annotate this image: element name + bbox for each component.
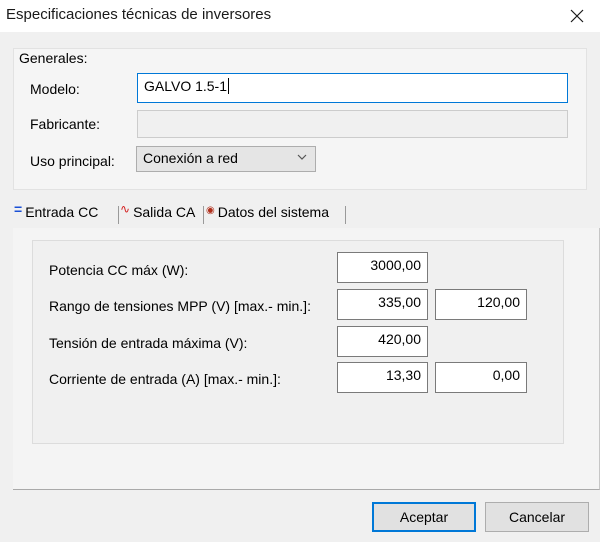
tab-salida-ca-label: Salida CA bbox=[133, 204, 196, 220]
tab-separator bbox=[345, 206, 346, 224]
tab-entrada-cc[interactable]: = Entrada CC bbox=[14, 201, 119, 224]
tab-panel: Potencia CC máx (W): 3000,00 Rango de te… bbox=[13, 228, 600, 490]
equals-icon: = bbox=[14, 201, 23, 217]
tab-datos-sistema[interactable]: ◉ Datos del sistema bbox=[206, 204, 346, 224]
dialog-body: Generales: Modelo: GALVO 1.5-1 Fabricant… bbox=[0, 32, 600, 542]
manufacturer-label: Fabricante: bbox=[30, 116, 101, 132]
use-select[interactable]: Conexión a red bbox=[136, 146, 316, 172]
potencia-input[interactable]: 3000,00 bbox=[337, 252, 428, 283]
model-input-value: GALVO 1.5-1 bbox=[144, 78, 228, 94]
use-select-value: Conexión a red bbox=[143, 150, 238, 166]
use-label: Uso principal: bbox=[30, 153, 115, 169]
tension-label: Tensión de entrada máxima (V): bbox=[49, 335, 248, 351]
model-input[interactable]: GALVO 1.5-1 bbox=[137, 73, 568, 103]
model-label: Modelo: bbox=[30, 81, 80, 97]
entrada-cc-panel: Potencia CC máx (W): 3000,00 Rango de te… bbox=[32, 240, 564, 444]
manufacturer-input[interactable] bbox=[137, 110, 568, 138]
tab-separator bbox=[118, 206, 119, 224]
wave-icon: ∿ bbox=[120, 202, 131, 216]
ok-button[interactable]: Aceptar bbox=[372, 502, 476, 532]
tab-datos-sistema-label: Datos del sistema bbox=[217, 204, 330, 220]
window-title: Especificaciones técnicas de inversores bbox=[6, 6, 272, 23]
general-groupbox: Generales: Modelo: GALVO 1.5-1 Fabricant… bbox=[13, 48, 587, 190]
tab-entrada-cc-label: Entrada CC bbox=[25, 204, 99, 220]
corriente-label: Corriente de entrada (A) [max.- min.]: bbox=[49, 371, 281, 387]
corriente-max-input[interactable]: 13,30 bbox=[337, 362, 428, 393]
tab-salida-ca[interactable]: ∿ Salida CA bbox=[120, 202, 204, 224]
rango-max-input[interactable]: 335,00 bbox=[337, 289, 428, 320]
tension-input[interactable]: 420,00 bbox=[337, 326, 428, 357]
rango-label: Rango de tensiones MPP (V) [max.- min.]: bbox=[49, 298, 311, 314]
text-caret bbox=[228, 78, 230, 94]
title-bar: Especificaciones técnicas de inversores bbox=[0, 0, 600, 32]
chevron-down-icon bbox=[297, 154, 307, 160]
system-dot-icon: ◉ bbox=[206, 204, 215, 216]
close-icon bbox=[570, 9, 584, 23]
cancel-button[interactable]: Cancelar bbox=[485, 502, 589, 532]
close-button[interactable] bbox=[554, 0, 600, 32]
rango-min-input[interactable]: 120,00 bbox=[435, 289, 527, 320]
potencia-label: Potencia CC máx (W): bbox=[49, 262, 189, 278]
corriente-min-input[interactable]: 0,00 bbox=[435, 362, 527, 393]
general-group-label: Generales: bbox=[19, 50, 88, 66]
tab-separator bbox=[203, 206, 204, 224]
